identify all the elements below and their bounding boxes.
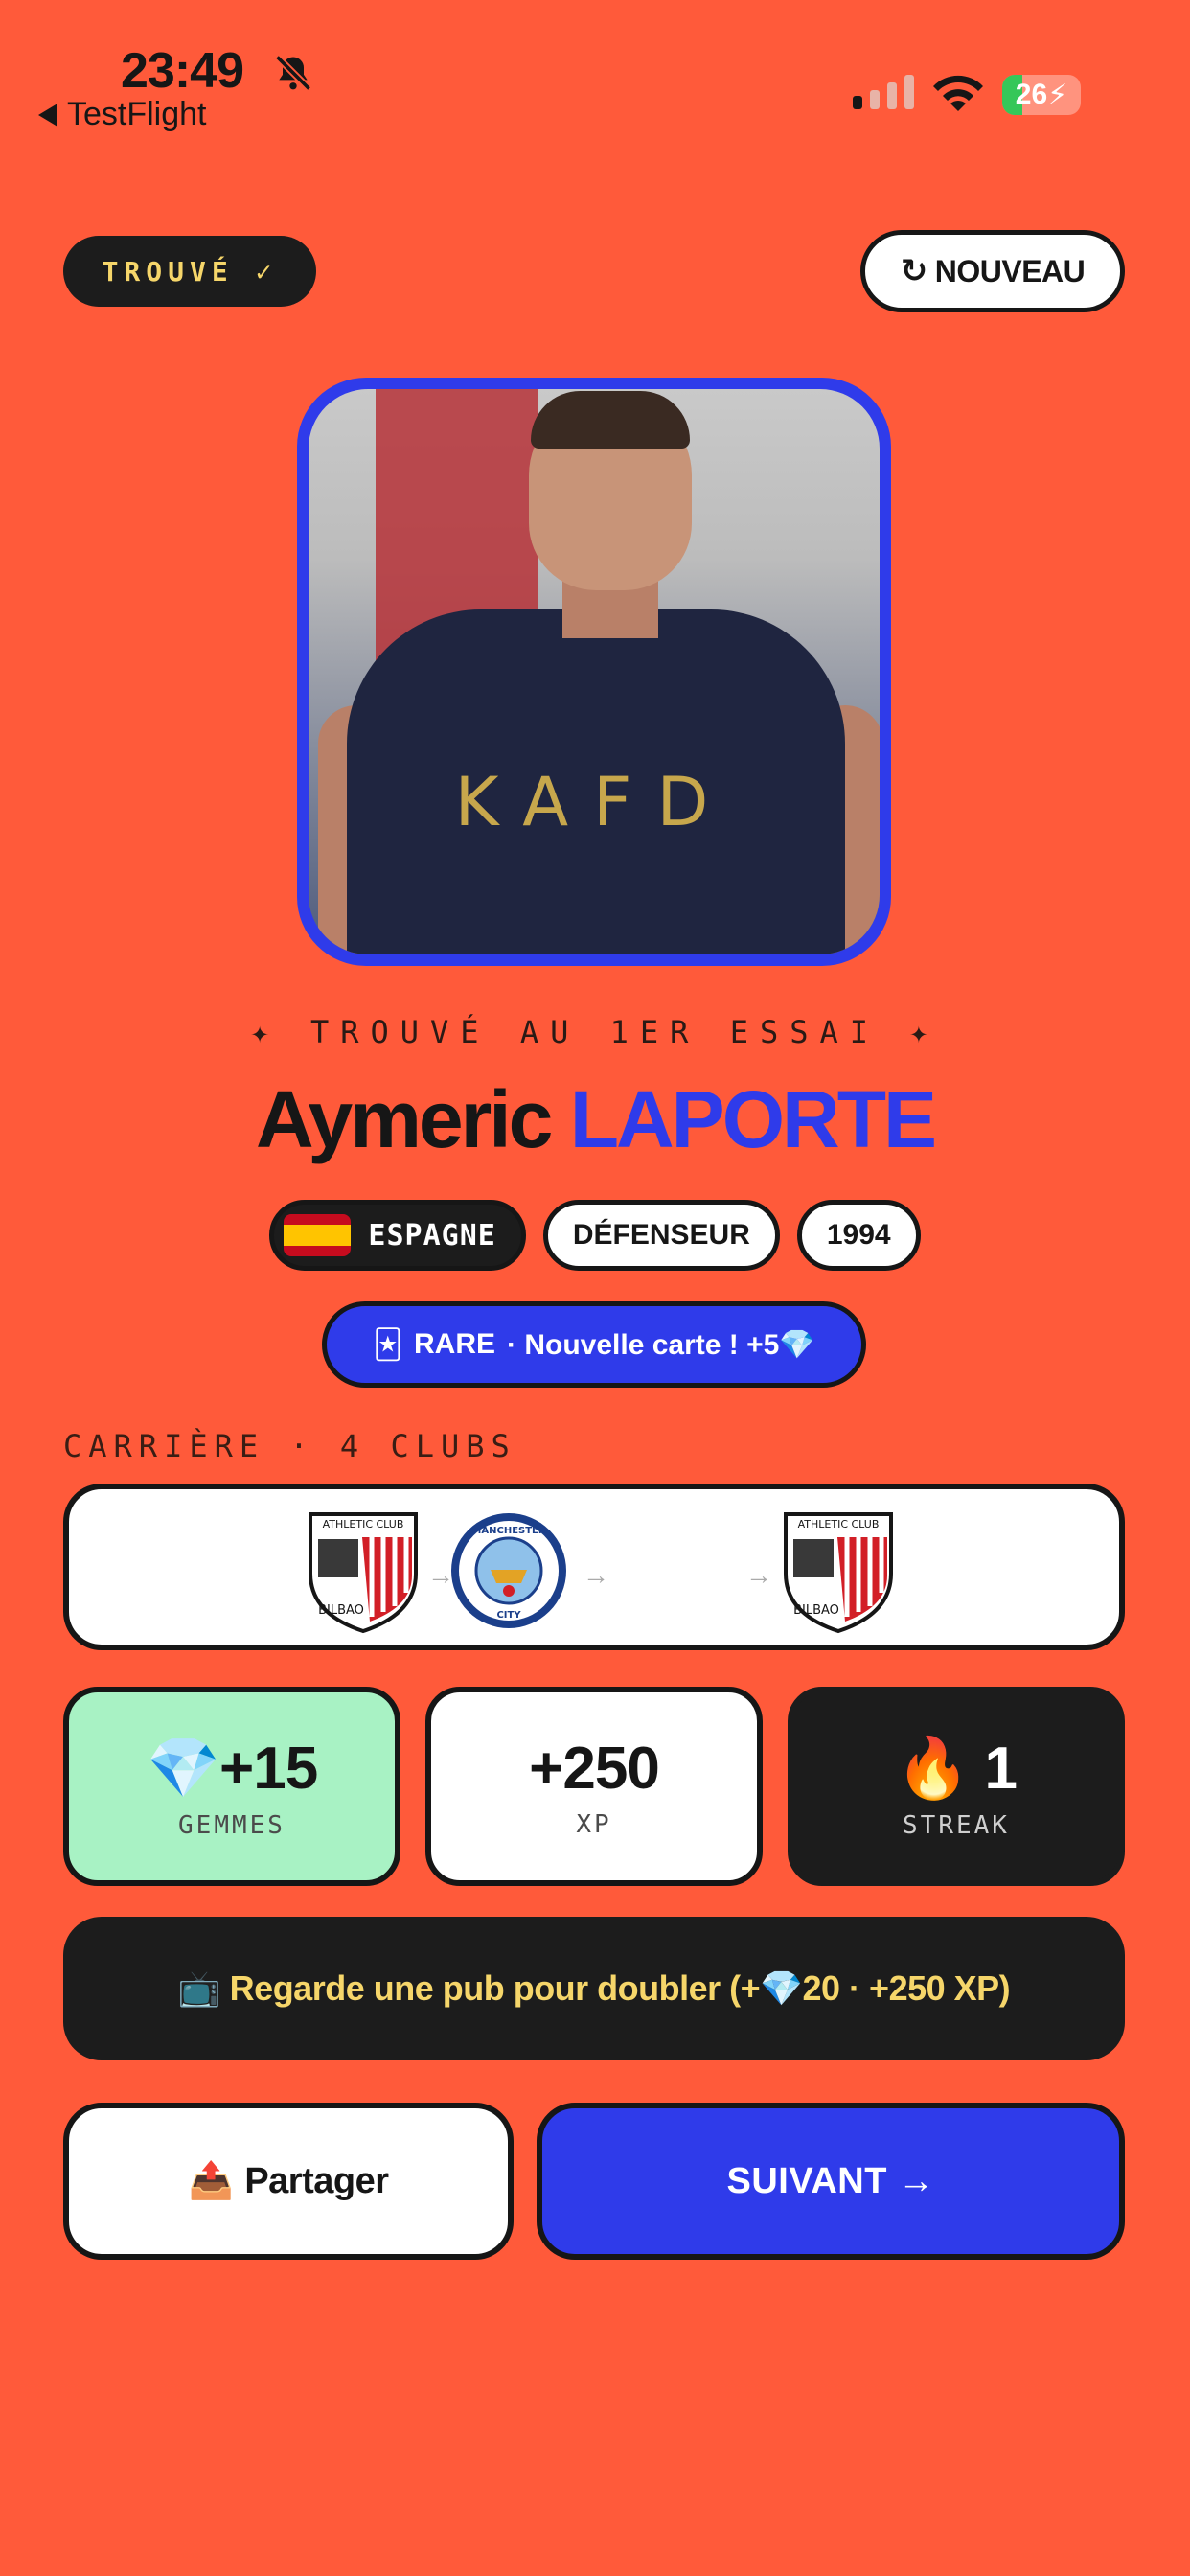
career-arrow-icon: → [745,1560,772,1590]
rarity-badge: 🃏 RARE · Nouvelle carte ! +5💎 [322,1301,866,1388]
next-button[interactable]: SUIVANT → [537,2103,1125,2260]
new-game-button[interactable]: ↻ NOUVEAU [860,230,1125,312]
xp-value: +250 [529,1735,660,1802]
country-label: ESPAGNE [368,1218,496,1253]
career-arrow-icon: → [583,1560,609,1590]
battery-level-text: 26 [1015,79,1048,110]
svg-text:CITY: CITY [496,1610,521,1621]
gems-stat-card: 💎+15 GEMMES [63,1687,400,1886]
position-chip: DÉFENSEUR [542,1200,780,1271]
new-card-note: · Nouvelle carte ! +5💎 [507,1328,815,1361]
battery-indicator: 26 ⚡ [1002,75,1081,115]
refresh-icon: ↻ [900,253,928,289]
watch-ad-double-button[interactable]: 📺 Regarde une pub pour doubler (+💎20 · +… [63,1917,1125,2060]
rarity-label: RARE [414,1328,496,1360]
svg-text:ATHLETIC CLUB: ATHLETIC CLUB [798,1518,880,1530]
new-game-label: NOUVEAU [934,253,1086,288]
back-arrow-icon [38,103,57,126]
card-icon: 🃏 [373,1327,403,1362]
player-photo-frame: KAFD [297,378,891,966]
career-clubs-strip: ATHLETIC CLUB BILBAO → MANCHESTER CITY →… [63,1484,1125,1650]
gems-value: 💎+15 [146,1735,318,1802]
bell-muted-icon [274,54,312,92]
svg-text:BILBAO: BILBAO [318,1603,364,1618]
xp-stat-card: +250 XP [425,1687,763,1886]
status-time: 23:49 [121,43,244,99]
country-chip: ESPAGNE [269,1200,526,1271]
share-button[interactable]: 📤 Partager [63,2103,514,2260]
back-label: TestFlight [67,96,207,132]
player-info-chips: ESPAGNE DÉFENSEUR 1994 [0,1200,1190,1271]
player-first-name: Aymeric [255,1074,553,1164]
svg-text:ATHLETIC CLUB: ATHLETIC CLUB [323,1518,404,1530]
share-label: Partager [244,2160,389,2201]
streak-label: STREAK [903,1810,1010,1840]
player-photo: KAFD [309,389,880,954]
athletic-club-crest-icon: ATHLETIC CLUB BILBAO [784,1512,893,1634]
player-name: Aymeric LAPORTE [0,1073,1190,1166]
birth-year-chip: 1994 [796,1200,921,1271]
cellular-signal-icon [853,75,914,109]
xp-label: XP [576,1809,612,1839]
streak-stat-card: 🔥 1 STREAK [788,1687,1125,1886]
found-status-badge: TROUVÉ ✓ [63,236,316,307]
spain-flag-icon [284,1214,352,1256]
charging-bolt-icon: ⚡ [1047,79,1068,111]
player-last-name: LAPORTE [569,1074,937,1164]
manchester-city-crest-icon: MANCHESTER CITY [451,1513,566,1628]
career-title: CARRIÈRE · 4 CLUBS [63,1428,516,1464]
found-first-try-note: ✦ TROUVÉ AU 1ER ESSAI ✦ [250,1014,940,1050]
svg-text:BILBAO: BILBAO [793,1603,839,1618]
svg-text:MANCHESTER: MANCHESTER [471,1526,545,1536]
wifi-icon [933,75,983,111]
streak-value: 🔥 1 [896,1735,1018,1802]
athletic-club-crest-icon: ATHLETIC CLUB BILBAO [309,1512,418,1634]
back-to-testflight[interactable]: TestFlight [38,96,207,133]
gems-label: GEMMES [178,1810,286,1840]
share-icon: 📤 [188,2161,234,2201]
